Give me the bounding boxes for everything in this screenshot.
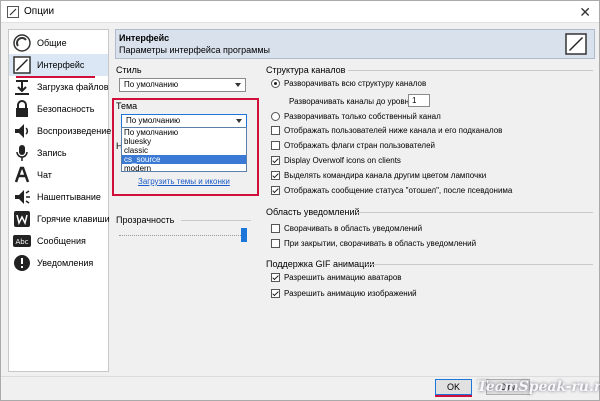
section-subtitle: Параметры интерфейса программы [119, 45, 270, 55]
sidebar-item-playback[interactable]: Воспроизведение [9, 120, 112, 142]
sidebar-item-label: Общие [37, 38, 67, 48]
highlight-commander-checkbox[interactable] [271, 171, 280, 180]
transparency-label: Прозрачность [116, 215, 175, 225]
watermark: TeamSpeak-ru.ru [477, 379, 600, 395]
show-flags-checkbox[interactable] [271, 141, 280, 150]
general-icon [13, 34, 31, 52]
expand-level-input[interactable]: 1 [408, 94, 430, 107]
minimize-tray-checkbox[interactable] [271, 224, 280, 233]
close-icon[interactable]: ✕ [579, 4, 591, 21]
style-select[interactable]: По умолчанию [119, 78, 246, 92]
show-away-label: Отображать сообщение статуса "отошел", п… [284, 186, 513, 195]
whisper-icon [15, 190, 30, 204]
show-users-below-label: Отображать пользователей ниже канала и е… [284, 126, 503, 135]
hotkeys-icon [14, 211, 30, 227]
interface-logo-icon [565, 33, 587, 55]
sidebar-item-general[interactable]: Общие [9, 32, 108, 54]
section-title: Интерфейс [119, 33, 170, 43]
sidebar-item-label: Чат [37, 170, 52, 180]
transparency-slider-thumb[interactable] [241, 228, 247, 242]
minimize-tray-label: Сворачивать в область уведомлений [284, 224, 423, 233]
transparency-slider-track[interactable] [119, 235, 241, 236]
sidebar-item-label: Уведомления [37, 258, 94, 268]
sidebar-item-chat[interactable]: Чат [9, 164, 108, 186]
show-away-checkbox[interactable] [271, 186, 280, 195]
sidebar-item-hotkeys[interactable]: Горячие клавиши [9, 208, 110, 230]
theme-option-selected[interactable]: cs_source [122, 155, 246, 164]
expand-level-label: Разворачивать каналы до уровня: [289, 97, 416, 106]
interface-icon [13, 56, 31, 74]
sidebar-item-interface[interactable]: Интерфейс [9, 54, 108, 76]
chat-icon [14, 166, 30, 183]
expand-own-radio[interactable] [271, 112, 280, 121]
sidebar: Общие Интерфейс Загрузка файлов Безопасн… [8, 29, 112, 372]
expand-own-label: Разворачивать только собственный канал [284, 112, 441, 121]
animate-avatars-label: Разрешить анимацию аватаров [284, 273, 402, 282]
animate-avatars-checkbox[interactable] [271, 273, 280, 282]
display-overwolf-checkbox[interactable] [271, 156, 280, 165]
theme-select[interactable]: По умолчанию [121, 114, 247, 128]
sidebar-item-label: Горячие клавиши [37, 214, 110, 224]
divider [1, 376, 599, 377]
show-flags-label: Отображать флаги стран пользователей [284, 141, 435, 150]
window-title: Опции [24, 6, 55, 17]
display-overwolf-label: Display Overwolf icons on clients [284, 156, 401, 165]
show-users-below-checkbox[interactable] [271, 126, 280, 135]
divider [356, 212, 593, 213]
sidebar-item-label: Сообщения [37, 236, 86, 246]
highlight-commander-label: Выделять командира канала другим цветом … [284, 171, 487, 180]
style-label: Стиль [116, 65, 142, 75]
svg-text:Abc: Abc [15, 238, 28, 246]
close-tray-label: При закрытии, сворачивать в область увед… [284, 239, 477, 248]
sidebar-item-label: Безопасность [37, 104, 95, 114]
sidebar-item-label: Нашептывание [37, 192, 101, 202]
theme-option[interactable]: modern [122, 164, 246, 173]
theme-option[interactable]: classic [122, 146, 246, 155]
sidebar-item-whisper[interactable]: Нашептывание [9, 186, 108, 208]
theme-dropdown-list: По умолчанию bluesky classic cs_source m… [121, 127, 247, 173]
channel-tree-title: Структура каналов [266, 65, 346, 75]
animate-images-checkbox[interactable] [271, 289, 280, 298]
security-icon [16, 100, 28, 117]
expand-level-value: 1 [412, 96, 417, 105]
chevron-down-icon [235, 83, 241, 87]
theme-option[interactable]: По умолчанию [122, 128, 246, 137]
theme-label: Тема [116, 101, 138, 111]
tray-title: Область уведомлений [266, 207, 360, 217]
theme-select-value: По умолчанию [126, 116, 181, 125]
playback-icon [15, 124, 29, 138]
options-window: Опции ✕ Общие Интерфейс Загрузка файлов [0, 0, 600, 401]
highlight-underline [16, 76, 95, 78]
animate-images-label: Разрешить анимацию изображений [284, 289, 417, 298]
sidebar-item-security[interactable]: Безопасность [9, 98, 108, 120]
app-icon [7, 6, 19, 18]
close-tray-checkbox[interactable] [271, 239, 280, 248]
theme-option[interactable]: bluesky [122, 137, 246, 146]
title-bar: Опции ✕ [1, 1, 599, 23]
load-themes-link[interactable]: Загрузить темы и иконки [138, 177, 230, 186]
ok-button[interactable]: OK [435, 379, 472, 395]
sidebar-item-label: Воспроизведение [37, 126, 112, 136]
capture-icon [16, 145, 28, 161]
style-select-value: По умолчанию [124, 80, 179, 89]
expand-all-label: Разворачивать всю структуру каналов [284, 79, 427, 88]
sidebar-item-notifications[interactable]: Уведомления [9, 252, 108, 274]
section-header: Интерфейс Параметры интерфейса программы [115, 29, 595, 59]
divider [348, 70, 593, 71]
sidebar-item-capture[interactable]: Запись [9, 142, 108, 164]
messages-icon: Abc [13, 235, 31, 247]
sidebar-item-label: Интерфейс [37, 60, 85, 70]
gif-title: Поддержка GIF анимации [266, 259, 375, 269]
sidebar-item-label: Запись [37, 148, 67, 158]
highlight-underline [435, 395, 472, 397]
notifications-icon [14, 255, 30, 271]
sidebar-item-file-transfer[interactable]: Загрузка файлов [9, 76, 108, 98]
sidebar-item-messages[interactable]: Abc Сообщения [9, 230, 108, 252]
expand-all-radio[interactable] [271, 79, 280, 88]
chevron-down-icon [236, 119, 242, 123]
file-transfer-icon [15, 80, 29, 95]
divider [181, 220, 251, 221]
divider [366, 264, 593, 265]
sidebar-item-label: Загрузка файлов [37, 82, 109, 92]
